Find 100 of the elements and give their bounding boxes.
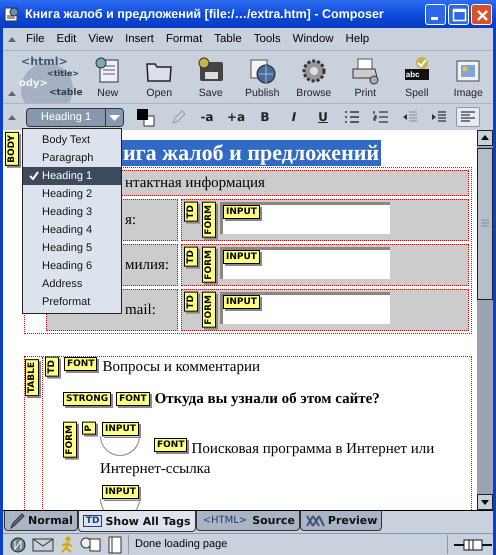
- font-tag: FONT: [64, 357, 98, 371]
- menu-item[interactable]: Tools: [248, 33, 288, 45]
- checkmark-icon: [29, 171, 39, 181]
- connection-icon: [453, 538, 493, 552]
- paragraph-tag: P: [82, 422, 96, 434]
- grip-icon[interactable]: [7, 113, 17, 121]
- logo-text: <html>: [21, 55, 68, 68]
- menu-item[interactable]: Help: [340, 33, 376, 45]
- close-button[interactable]: [471, 4, 492, 24]
- menu-item[interactable]: Window: [288, 33, 341, 45]
- option-label: Интернет-ссылка: [100, 460, 212, 479]
- toolbar-button[interactable]: abc Spell: [392, 52, 442, 102]
- scroll-up-button[interactable]: [477, 130, 493, 146]
- page-heading: ига жалоб и предложений: [121, 140, 382, 166]
- notepad-icon[interactable]: [107, 536, 123, 554]
- input-tag: INPUT: [223, 295, 260, 309]
- printer-icon: [350, 56, 380, 86]
- menu-item[interactable]: Preformat: [23, 293, 121, 311]
- form-tag: FORM: [202, 202, 216, 238]
- input-field[interactable]: [220, 247, 390, 279]
- form-tag: FORM: [63, 422, 77, 458]
- form-tag: FORM: [202, 292, 216, 328]
- strong-tag: STRONG: [63, 392, 112, 406]
- menu-item[interactable]: Heading 2: [23, 185, 121, 203]
- font-tag: FONT: [116, 392, 150, 406]
- menu-item[interactable]: Body Text: [23, 131, 121, 149]
- menu-item[interactable]: Edit: [52, 33, 84, 45]
- mail-icon[interactable]: [32, 536, 54, 552]
- format-button[interactable]: U: [311, 107, 335, 127]
- input-tag: INPUT: [102, 422, 139, 436]
- table-tag: TABLE: [25, 359, 39, 396]
- window-title: Книга жалоб и предложений [file:/…/extra.htm] - Composer: [25, 7, 385, 21]
- grip-icon[interactable]: [7, 35, 17, 43]
- logo-text: ody>: [19, 78, 48, 89]
- section-title: нтактная информация: [125, 174, 265, 192]
- menu-item[interactable]: Address: [23, 275, 121, 293]
- format-button[interactable]: +a: [224, 107, 248, 127]
- scroll-thumb[interactable]: [477, 148, 493, 300]
- menu-item[interactable]: Heading 5: [23, 239, 121, 257]
- status-text: Done loading page: [128, 535, 448, 554]
- menu-item[interactable]: View: [83, 33, 120, 45]
- menu-item[interactable]: Heading 4: [23, 221, 121, 239]
- question-text: Откуда вы узнали об этом сайте?: [154, 390, 380, 408]
- toolbar-button[interactable]: Open: [134, 52, 184, 102]
- app-icon: [4, 6, 20, 22]
- toolbar-button[interactable]: Image: [444, 52, 493, 102]
- format-button[interactable]: I: [282, 107, 306, 127]
- field-label: я:: [125, 212, 136, 228]
- toolbar-button[interactable]: Publish: [238, 52, 287, 102]
- logo-text: <table: [49, 88, 83, 98]
- html-label: <HTML>: [202, 516, 248, 526]
- input-tag: INPUT: [102, 484, 139, 499]
- field-label: mail:: [125, 302, 156, 318]
- menu-item[interactable]: Heading 6: [23, 257, 121, 275]
- font-tag: FONT: [154, 438, 188, 452]
- menu-item[interactable]: File: [21, 33, 52, 45]
- view-tab[interactable]: Normal: [4, 511, 78, 531]
- maximize-button[interactable]: [448, 4, 469, 24]
- td-tag: TD: [184, 202, 198, 222]
- field-label: милия:: [125, 256, 170, 274]
- body-tag: BODY: [5, 132, 19, 166]
- minimize-icon: [431, 16, 438, 20]
- section-title: Вопросы и комментарии: [102, 359, 260, 376]
- figures-icon: [304, 514, 325, 528]
- input-tag: INPUT: [223, 205, 260, 219]
- view-tab[interactable]: Preview: [300, 511, 382, 531]
- icon-label: abc: [406, 70, 420, 79]
- pen-icon: [9, 512, 25, 528]
- menu-item[interactable]: Table: [209, 33, 249, 45]
- radio-button[interactable]: [100, 436, 140, 456]
- minimize-button[interactable]: [425, 4, 446, 24]
- format-button[interactable]: -a: [195, 107, 219, 127]
- form-tag: FORM: [202, 247, 216, 283]
- logo-text: <title>: [47, 69, 79, 78]
- vertical-scrollbar[interactable]: [477, 130, 493, 510]
- option-label: Поисковая программа в Интернет или: [191, 440, 434, 459]
- menu-item[interactable]: Heading 3: [23, 203, 121, 221]
- tab-badge: TD: [82, 515, 102, 527]
- td-tag: TD: [45, 357, 59, 377]
- menu-item[interactable]: Format: [160, 33, 210, 45]
- scroll-down-button[interactable]: [477, 494, 493, 510]
- grip-icon[interactable]: [7, 89, 17, 97]
- menu-item[interactable]: Paragraph: [23, 149, 121, 167]
- align-left-icon[interactable]: [456, 107, 480, 127]
- input-field[interactable]: [220, 292, 390, 324]
- toolbar-button[interactable]: Save: [186, 52, 236, 102]
- input-tag: INPUT: [223, 250, 260, 264]
- toolbar-button[interactable]: New: [83, 52, 132, 102]
- menu-item[interactable]: Insert: [120, 33, 161, 45]
- input-field[interactable]: [220, 202, 390, 234]
- toolbar-button[interactable]: Print: [340, 52, 390, 102]
- format-button[interactable]: B: [253, 107, 277, 127]
- menu-item[interactable]: Heading 1: [23, 167, 121, 185]
- toolbar-button[interactable]: Browse: [289, 52, 338, 102]
- view-tab[interactable]: <HTML> Source: [196, 511, 300, 531]
- view-tab[interactable]: TD Show All Tags: [78, 511, 196, 532]
- td-tag: TD: [184, 292, 198, 312]
- globe-icon[interactable]: [9, 536, 27, 554]
- caret-icon: [105, 108, 123, 126]
- td-tag: TD: [184, 247, 198, 267]
